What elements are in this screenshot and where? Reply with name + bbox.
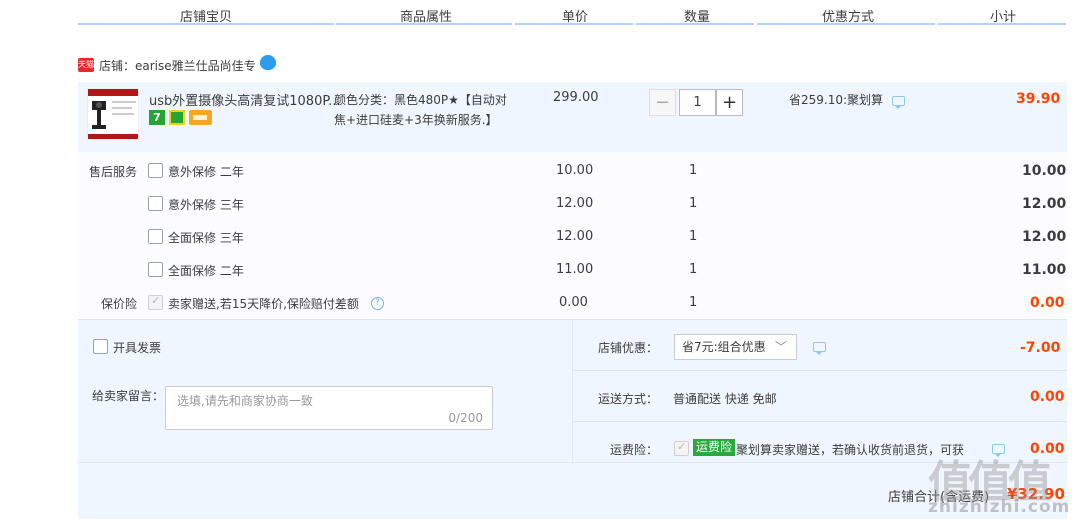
service-subtotal: 10.00 [1022,163,1067,179]
service-label: 全面保修 二年 [168,264,244,278]
shipping-insurance-label: 运费险： [610,443,659,457]
service-price: 11.00 [556,262,594,277]
service-qty: 1 [689,262,698,277]
service-label: 意外保修 三年 [168,198,244,212]
col-header-discount: 优惠方式 [822,10,875,25]
price-protection-qty: 1 [689,295,698,310]
wangwang-chat-icon[interactable] [260,55,276,70]
service-price: 10.00 [556,163,594,178]
qty-increase-button[interactable]: + [716,89,743,116]
shipping-method: 普通配送 快递 免邮 [673,392,777,406]
service-checkbox[interactable] [148,163,163,178]
summary-divider [572,320,573,462]
service-price: 12.00 [556,229,594,244]
shipping-amount: 0.00 [1030,389,1065,405]
product-attr-line2: 焦+进口硅麦+3年换新服务.】 [334,113,498,127]
shop-discount-select[interactable]: 省7元:组合优惠 ﹀ [674,334,797,360]
message-label: 给卖家留言： [92,389,165,403]
product-thumbnail[interactable] [87,88,139,140]
service-label: 全面保修 三年 [168,231,244,245]
service-subtotal: 12.00 [1022,196,1067,212]
shop-discount-amount: -7.00 [1020,340,1061,356]
shipping-insurance-tag: 运费险 [693,439,736,456]
watermark-url: zhizhizhi.com [928,497,1071,517]
service-qty: 1 [689,163,698,178]
invoice-label: 开具发票 [113,341,162,355]
col-header-subtotal: 小计 [990,10,1017,25]
service-qty: 1 [689,229,698,244]
price-protection-desc: 卖家赠送,若15天降价,保险赔付差额 [168,297,359,311]
col-header-price: 单价 [562,10,589,25]
shipping-label: 运送方式： [598,392,659,406]
product-attr-line1: 颜色分类：黑色480P★【自动对 [334,93,507,107]
seven-day-return-badge: 7 [149,110,165,125]
product-title[interactable]: usb外置摄像头高清复试1080P... [149,90,341,109]
service-label: 意外保修 二年 [168,165,244,179]
service-checkbox[interactable] [148,196,163,211]
price-protection-checkbox [148,294,163,310]
tmall-badge: 天猫 [78,58,94,72]
service-subtotal: 11.00 [1022,262,1067,278]
seller-message-input[interactable]: 选填,请先和商家协商一致 0/200 [165,386,493,430]
col-header-item: 店铺宝贝 [180,10,233,25]
summary-row-divider [573,370,1067,371]
message-placeholder: 选填,请先和商家协商一致 [177,394,313,408]
qty-decrease-button[interactable]: − [649,89,676,116]
promo-info-icon[interactable] [892,96,905,109]
item-promo: 省259.10:聚划算 [789,93,884,107]
summary-row-divider [78,462,1067,463]
col-header-quantity: 数量 [684,10,711,25]
invoice-checkbox[interactable] [93,339,108,354]
price-protection-subtotal: 0.00 [1030,295,1065,311]
shipping-insurance-checkbox [674,440,689,456]
service-guarantee-icon [169,110,185,125]
item-subtotal: 39.90 [1016,91,1061,107]
credit-card-icon [189,110,212,125]
message-counter: 0/200 [448,411,483,425]
price-protection-price: 0.00 [559,295,588,310]
col-header-attr: 商品属性 [400,10,453,25]
shop-discount-label: 店铺优惠： [598,341,659,355]
help-icon[interactable]: ? [371,297,384,310]
services-label: 售后服务 [89,165,138,179]
service-qty: 1 [689,196,698,211]
item-unit-price: 299.00 [553,90,599,105]
price-protection-label: 保价险 [101,297,138,311]
service-checkbox[interactable] [148,262,163,277]
service-subtotal: 12.00 [1022,229,1067,245]
service-price: 12.00 [556,196,594,211]
chevron-down-icon: ﹀ [774,340,787,354]
qty-input[interactable]: 1 [679,89,716,116]
summary-row-divider [573,421,1067,422]
shop-name[interactable]: 店铺：earise雅兰仕品尚佳专 [99,57,256,74]
shop-discount-value: 省7元:组合优惠 [682,340,766,354]
discount-info-icon[interactable] [813,342,826,355]
service-checkbox[interactable] [148,229,163,244]
